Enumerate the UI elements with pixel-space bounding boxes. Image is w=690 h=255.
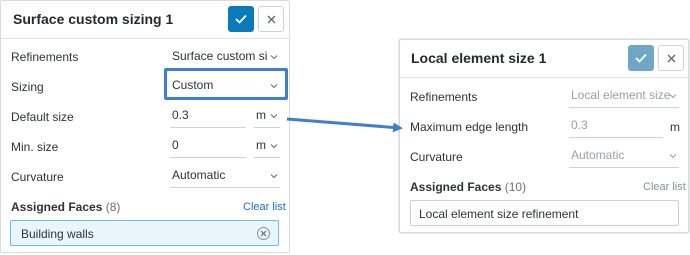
arrow-line bbox=[286, 117, 403, 133]
default-size-unit-select[interactable]: m bbox=[254, 106, 280, 128]
panel-header: Local element size 1 bbox=[400, 40, 688, 78]
curvature-select[interactable]: Automatic bbox=[569, 146, 679, 168]
remove-circle-icon[interactable] bbox=[257, 227, 270, 240]
curvature-label: Curvature bbox=[410, 150, 463, 164]
refinements-value: Surface custom sizin bbox=[172, 49, 268, 63]
max-edge-length-label: Maximum edge length bbox=[410, 120, 529, 134]
chip-label: Building walls bbox=[21, 227, 94, 241]
assigned-faces-count: (8) bbox=[105, 200, 121, 214]
sizing-select[interactable]: Custom bbox=[170, 76, 280, 98]
refinements-label: Refinements bbox=[11, 50, 79, 64]
assigned-faces-heading: Assigned Faces (10) bbox=[410, 180, 526, 194]
min-size-unit-select[interactable]: m bbox=[254, 136, 280, 158]
face-entry-label: Local element size refinement bbox=[419, 207, 579, 221]
refinements-select[interactable]: Local element size bbox=[569, 86, 679, 108]
chevron-down-icon bbox=[270, 84, 278, 89]
default-size-label: Default size bbox=[11, 110, 74, 124]
max-edge-length-input[interactable]: 0.3 bbox=[569, 116, 663, 138]
chevron-down-icon bbox=[270, 174, 278, 179]
refinements-value: Local element size bbox=[571, 88, 671, 102]
default-size-input[interactable]: 0.3 bbox=[170, 106, 246, 128]
clear-list-link[interactable]: Clear list bbox=[243, 201, 286, 213]
confirm-button[interactable] bbox=[228, 6, 254, 32]
sizing-value: Custom bbox=[172, 78, 214, 92]
assigned-faces-label: Assigned Faces bbox=[11, 200, 103, 214]
chevron-down-icon bbox=[270, 144, 278, 149]
clear-list-link[interactable]: Clear list bbox=[643, 181, 686, 193]
assigned-face-entry[interactable]: Local element size refinement bbox=[410, 200, 679, 226]
refinements-select[interactable]: Surface custom sizin bbox=[170, 47, 280, 69]
chevron-down-icon bbox=[669, 154, 677, 159]
surface-custom-sizing-panel: Surface custom sizing 1 bbox=[0, 0, 290, 253]
close-button[interactable] bbox=[658, 45, 684, 71]
curvature-label: Curvature bbox=[11, 170, 64, 184]
chevron-down-icon bbox=[270, 114, 278, 119]
curvature-value: Automatic bbox=[571, 148, 625, 162]
curvature-select[interactable]: Automatic bbox=[170, 166, 280, 188]
panel-title: Local element size 1 bbox=[411, 50, 547, 66]
confirm-button[interactable] bbox=[628, 45, 654, 71]
chevron-down-icon bbox=[669, 94, 677, 99]
default-size-unit: m bbox=[256, 108, 266, 122]
panel-header: Surface custom sizing 1 bbox=[1, 1, 289, 39]
min-size-input[interactable]: 0 bbox=[170, 136, 246, 158]
assigned-faces-heading: Assigned Faces (8) bbox=[11, 200, 120, 214]
min-size-unit: m bbox=[256, 138, 266, 152]
default-size-value: 0.3 bbox=[172, 108, 189, 122]
close-icon bbox=[667, 54, 675, 62]
curvature-value: Automatic bbox=[172, 168, 226, 182]
refinements-label: Refinements bbox=[410, 90, 478, 104]
close-button[interactable] bbox=[258, 6, 284, 32]
panel-title: Surface custom sizing 1 bbox=[13, 11, 174, 27]
max-edge-length-value: 0.3 bbox=[571, 118, 588, 132]
sizing-label: Sizing bbox=[11, 80, 44, 94]
assigned-face-chip[interactable]: Building walls bbox=[10, 220, 279, 246]
assigned-faces-count: (10) bbox=[504, 180, 527, 194]
check-icon bbox=[235, 14, 247, 24]
check-icon bbox=[635, 53, 647, 63]
max-edge-length-unit: m bbox=[670, 120, 680, 134]
assigned-faces-label: Assigned Faces bbox=[410, 180, 502, 194]
close-icon bbox=[267, 15, 275, 23]
min-size-label: Min. size bbox=[11, 140, 59, 154]
min-size-value: 0 bbox=[172, 138, 179, 152]
chevron-down-icon bbox=[270, 55, 278, 60]
